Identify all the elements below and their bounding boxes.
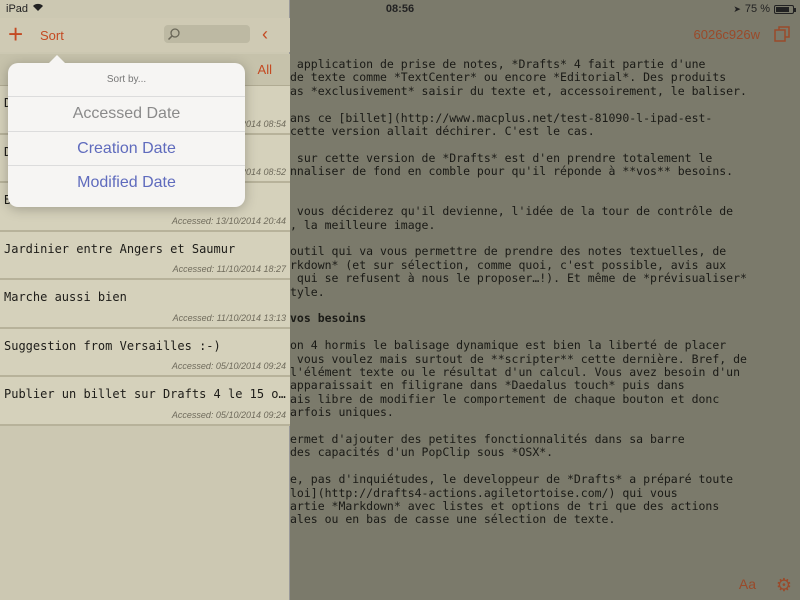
editor-line: loi](http://drafts4-actions.agiletortois…: [290, 485, 678, 500]
draft-row[interactable]: Jardinier entre Angers et Saumur Accessed…: [0, 231, 290, 280]
editor-bottom-bar: Aa ⚙: [290, 572, 800, 600]
collapse-sidebar-icon[interactable]: ‹: [262, 24, 268, 45]
editor-toolbar: 6026c926w: [290, 18, 800, 52]
editor-line: as *exclusivement* saisir du texte et, a…: [290, 83, 747, 98]
tab-all[interactable]: All: [258, 62, 272, 77]
editor-line: tyle.: [290, 284, 325, 299]
editor-line: ais libre de modifier le comportement de…: [290, 391, 720, 406]
sort-popover: Sort by... Accessed Date Creation Date M…: [8, 63, 245, 207]
location-icon: ➤: [733, 3, 741, 14]
draft-accessed-date: Accessed: 05/10/2014 09:24: [171, 361, 286, 371]
editor-line: ales ou en bas de casse une sélection de…: [290, 512, 616, 527]
editor-line: des capacités d'un PopClip sous *OSX*.: [290, 445, 554, 460]
draft-row[interactable]: Publier un billet sur Drafts 4 le 15 o..…: [0, 377, 290, 426]
editor-line: application de prise de notes, *Drafts* …: [290, 58, 706, 71]
editor-line: e, pas d'inquiétudes, le developpeur de …: [290, 472, 734, 487]
popover-arrow: [48, 55, 66, 64]
editor-line: artie *Markdown* avec listes et options …: [290, 498, 720, 513]
editor-line: sur cette version de *Drafts* est d'en p…: [290, 150, 713, 165]
battery-percent: 75 %: [744, 3, 770, 15]
editor-line: nnaliser de fond en comble pour qu'il ré…: [290, 164, 734, 179]
editor-line: outil qui va vous permettre de prendre d…: [290, 244, 727, 259]
document-id[interactable]: 6026c926w: [694, 27, 761, 42]
editor-line: de texte comme *TextCenter* ou encore *E…: [290, 70, 727, 85]
sidebar-toolbar: + Sort ‹: [0, 18, 290, 52]
editor-line: cette version allait déchirer. C'est le …: [290, 123, 595, 138]
editor-line: on 4 hormis le balisage dynamique est bi…: [290, 338, 727, 353]
gear-icon[interactable]: ⚙: [776, 576, 792, 594]
font-size-button[interactable]: Aa: [739, 576, 756, 592]
clock: 08:56: [385, 3, 415, 15]
search-icon: [167, 28, 180, 41]
editor-line: vos besoins: [290, 311, 367, 326]
draft-accessed-date: Accessed: 13/10/2014 20:44: [171, 215, 286, 226]
battery-icon: [774, 4, 796, 14]
search-field[interactable]: [164, 25, 250, 43]
editor-text[interactable]: application de prise de notes, *Drafts* …: [290, 58, 800, 527]
sort-option-accessed-date[interactable]: Accessed Date: [8, 97, 245, 132]
sort-option-creation-date[interactable]: Creation Date: [8, 132, 245, 166]
editor-line: rkdown* (et sur sélection, comme quoi, c…: [290, 257, 727, 272]
editor-line: l'élément texte ou le résultat d'un calc…: [290, 364, 741, 379]
add-draft-icon[interactable]: +: [8, 20, 23, 48]
copy-icon[interactable]: [774, 26, 790, 42]
draft-accessed-date: Accessed: 11/10/2014 18:27: [172, 264, 286, 274]
draft-title: Marche aussi bien: [4, 290, 127, 304]
draft-title: Publier un billet sur Drafts 4 le 15 o..…: [4, 387, 286, 401]
editor-line: arfois uniques.: [290, 405, 394, 420]
editor-line: , la meilleure image.: [290, 217, 436, 232]
editor-line: ermet d'ajouter des petites fonctionnali…: [290, 431, 685, 446]
editor-line: ans ce [billet](http://www.macplus.net/t…: [290, 110, 713, 125]
draft-row[interactable]: Marche aussi bien Accessed: 11/10/2014 13…: [0, 280, 290, 329]
editor-line: qui se refusent à nous le proposer…!). E…: [290, 271, 747, 286]
status-bar: iPad 08:56 ➤ 75 %: [0, 0, 800, 18]
sort-button[interactable]: Sort: [40, 28, 64, 43]
popover-title: Sort by...: [8, 63, 245, 97]
editor-line: apparaissait en filigrane dans *Daedalus…: [290, 378, 685, 393]
editor-line: vous voulez mais surtout de **scripter**…: [290, 351, 747, 366]
sort-option-modified-date[interactable]: Modified Date: [8, 166, 245, 201]
draft-accessed-date: Accessed: 05/10/2014 09:24: [171, 409, 286, 420]
draft-title: Jardinier entre Angers et Saumur: [4, 241, 236, 256]
draft-title: Suggestion from Versailles :-): [4, 338, 221, 353]
editor-line: vous déciderez qu'il devienne, l'idée de…: [290, 204, 734, 219]
draft-accessed-date: Accessed: 11/10/2014 13:13: [172, 312, 286, 323]
draft-row[interactable]: Suggestion from Versailles :-) Accessed: …: [0, 328, 290, 377]
